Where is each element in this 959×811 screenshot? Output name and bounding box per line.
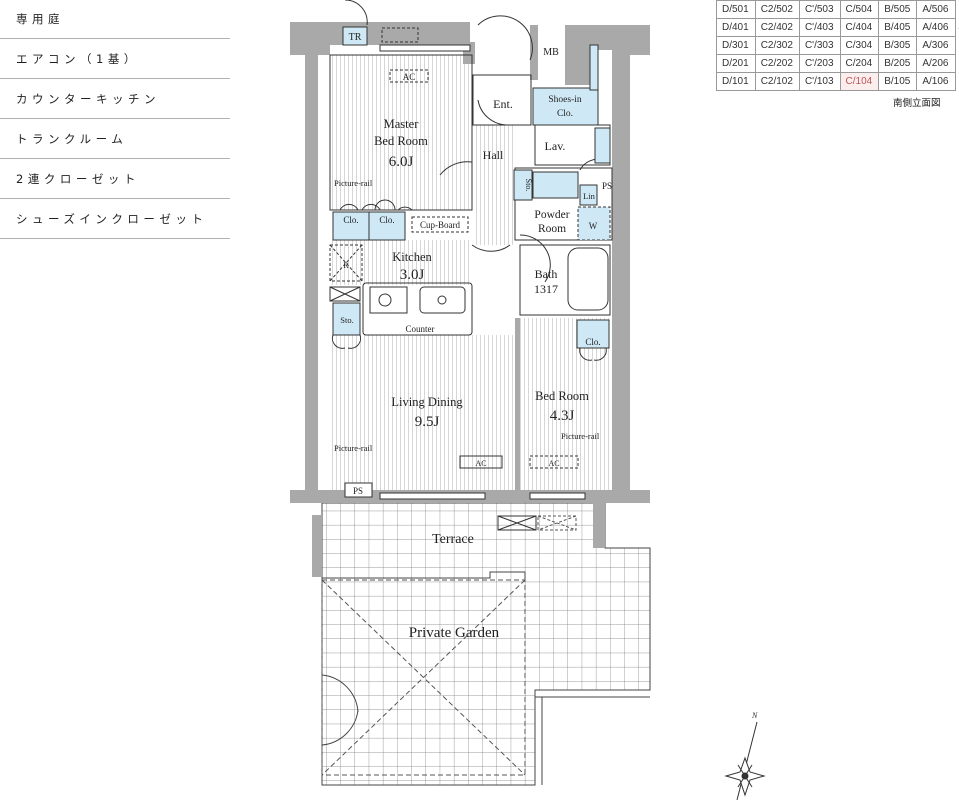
master-bedroom-size: 6.0J (389, 154, 414, 170)
bedroom-picture-rail-label: Picture-rail (561, 431, 600, 441)
entrance-label: Ent. (493, 97, 513, 111)
terrace-label: Terrace (432, 532, 474, 547)
tr-label: TR (349, 32, 362, 43)
powder-room-label-2: Room (538, 223, 566, 235)
north-compass-icon: N (724, 711, 766, 801)
kitchen-storage-label: Sto. (340, 315, 353, 325)
shoes-in-closet-label: Clo. (557, 109, 573, 119)
master-bedroom-label: Master (384, 117, 420, 131)
living-dining-label: Living Dining (391, 395, 463, 409)
bedroom-ac-label: AC (548, 459, 559, 468)
private-garden-label: Private Garden (409, 625, 500, 641)
kitchen-size: 3.0J (400, 267, 425, 283)
picture-rail-label: Picture-rail (334, 178, 373, 188)
closet-label: Clo. (379, 215, 394, 225)
kitchen-label: Kitchen (392, 250, 432, 264)
living-dining-size: 9.5J (415, 414, 440, 430)
bath-label: Bath (535, 267, 558, 281)
counter-label: Counter (406, 324, 435, 334)
living-picture-rail-label: Picture-rail (334, 443, 373, 453)
bedroom-label: Bed Room (535, 389, 589, 403)
powder-room-label: Powder (534, 209, 569, 221)
living-ac-label: AC (475, 459, 486, 468)
washer-label: W (589, 221, 598, 231)
ps-bottom-label: PS (353, 486, 363, 496)
lavatory-label: Lav. (545, 139, 566, 153)
bedroom-size: 4.3J (550, 408, 575, 424)
bath-size: 1317 (534, 282, 558, 296)
north-label: N (751, 711, 758, 720)
mb-label: MB (543, 47, 559, 58)
closet-label: Clo. (343, 215, 358, 225)
hall-label: Hall (483, 148, 504, 162)
refrigerator-label: R (343, 261, 349, 270)
cupboard-label: Cup-Board (420, 220, 460, 230)
shoes-in-label: Shoes-in (548, 95, 582, 105)
ac-label: AC (403, 72, 416, 82)
linen-label: Lin (583, 191, 596, 201)
master-bedroom-label-2: Bed Room (374, 134, 428, 148)
hall-storage-label: Sto. (524, 179, 533, 192)
floor-plan: TR MB AC Ent. Shoes-in Clo. Master Bed R… (290, 0, 766, 801)
bedroom-closet-label: Clo. (585, 337, 600, 347)
ps-label: PS (602, 181, 612, 191)
